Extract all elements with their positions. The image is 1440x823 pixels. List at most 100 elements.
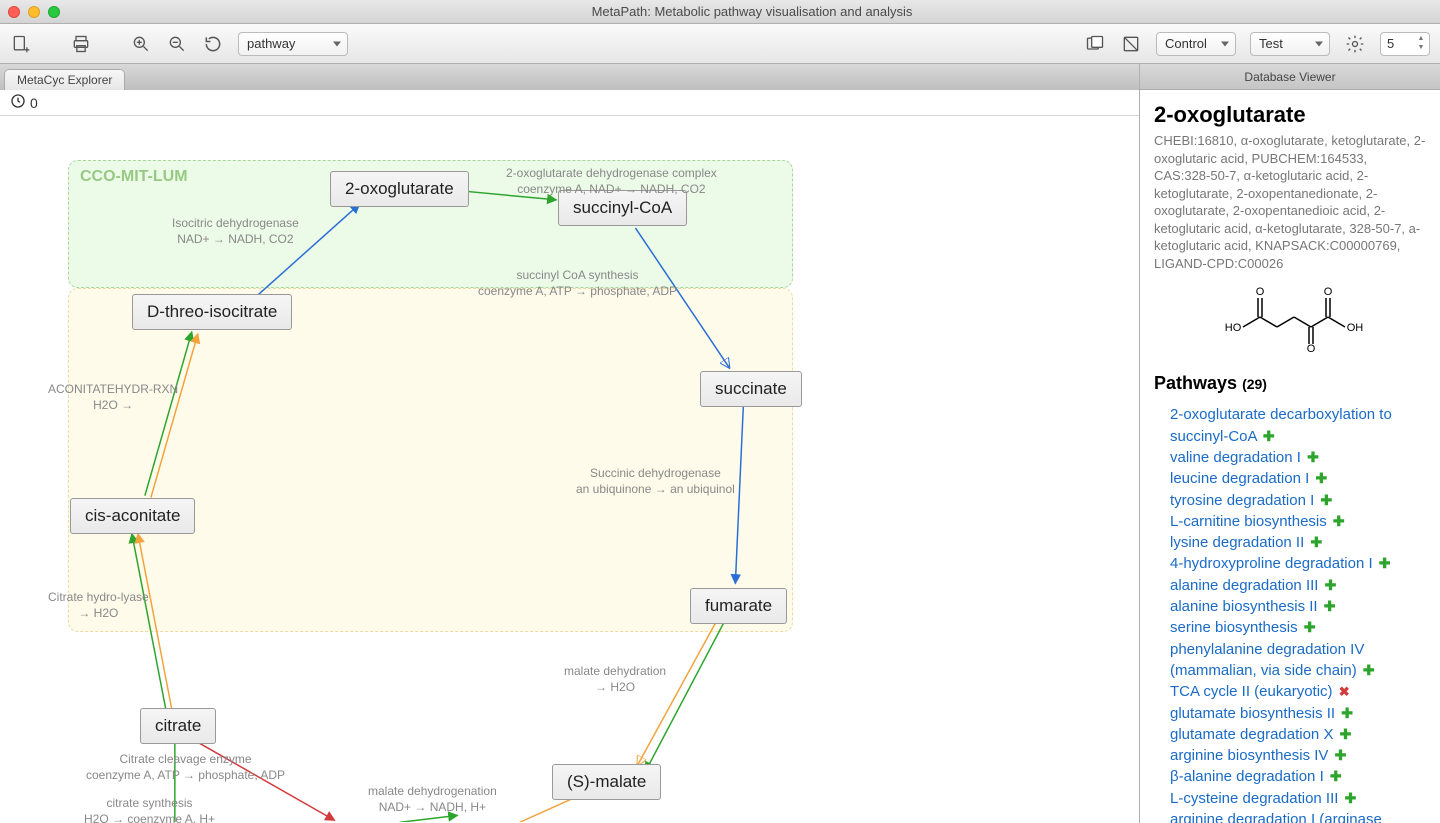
edge-label: citrate synthesisH2O → coenzyme A, H+ [84,796,215,823]
add-pathway-icon[interactable]: ✚ [1304,619,1316,635]
close-window-icon[interactable] [8,6,20,18]
pathway-item: glutamate biosynthesis II ✚ [1170,703,1426,724]
settings-icon[interactable] [1344,33,1366,55]
left-pane: MetaCyc Explorer 0 CCO-MIT-LUM [0,64,1140,823]
edge-label: ACONITATEHYDR-RXNH2O → [48,382,178,413]
add-pathway-icon[interactable]: ✚ [1333,513,1345,529]
svg-text:OH: OH [1347,322,1364,334]
pathway-select[interactable]: pathway [238,32,348,56]
pathway-item: alanine degradation III ✚ [1170,575,1426,596]
new-view-icon[interactable] [10,33,32,55]
pathway-link[interactable]: tyrosine degradation I [1170,492,1314,509]
pathway-item: L-carnitine biosynthesis ✚ [1170,511,1426,532]
pathway-link[interactable]: serine biosynthesis [1170,619,1298,636]
zoom-in-icon[interactable] [130,33,152,55]
pathway-link[interactable]: lysine degradation II [1170,534,1304,551]
pathway-link[interactable]: leucine degradation I [1170,470,1309,487]
add-pathway-icon[interactable]: ✚ [1307,449,1319,465]
svg-text:HO: HO [1225,322,1242,334]
tab-label: MetaCyc Explorer [17,73,112,87]
pathway-link[interactable]: glutamate degradation X [1170,726,1333,743]
node-s-malate[interactable]: (S)-malate [552,764,661,800]
add-pathway-icon[interactable]: ✚ [1345,790,1357,806]
add-pathway-icon[interactable]: ✚ [1263,428,1275,444]
clock-icon [10,93,26,112]
compound-title: 2-oxoglutarate [1154,102,1426,128]
pathway-link[interactable]: glutamate biosynthesis II [1170,705,1335,722]
refresh-icon[interactable] [202,33,224,55]
node-citrate[interactable]: citrate [140,708,216,744]
pathway-link[interactable]: arginine degradation I (arginase pathway… [1170,811,1382,823]
pathway-item: L-cysteine degradation III ✚ [1170,788,1426,809]
pathways-heading: Pathways (29) [1154,373,1426,394]
add-pathway-icon[interactable]: ✚ [1320,492,1332,508]
add-pathway-icon[interactable]: ✚ [1324,598,1336,614]
node-2-oxoglutarate[interactable]: 2-oxoglutarate [330,171,469,207]
add-pathway-icon[interactable]: ✚ [1330,768,1342,784]
control-select-value: Control [1165,36,1207,51]
pathway-item: tyrosine degradation I ✚ [1170,490,1426,511]
pathway-link[interactable]: L-cysteine degradation III [1170,790,1338,807]
node-fumarate[interactable]: fumarate [690,588,787,624]
add-pathway-icon[interactable]: ✚ [1310,534,1322,550]
depth-value: 5 [1387,36,1394,51]
pathway-item: serine biosynthesis ✚ [1170,617,1426,638]
edge-label: malate dehydration→ H2O [564,664,666,695]
canvas-statusbar: 0 [0,90,1139,116]
toolbar: pathway Control Test 5 ▲▼ [0,24,1440,64]
pathway-link[interactable]: alanine biosynthesis II [1170,598,1318,615]
remove-pathway-icon[interactable]: ✖ [1339,684,1350,699]
pathway-item: 4-hydroxyproline degradation I ✚ [1170,553,1426,574]
pathway-link[interactable]: 4-hydroxyproline degradation I [1170,555,1373,572]
add-pathway-icon[interactable]: ✚ [1335,747,1347,763]
pathway-link[interactable]: L-carnitine biosynthesis [1170,513,1327,530]
pathways-label: Pathways [1154,373,1237,393]
zoom-window-icon[interactable] [48,6,60,18]
step-up-icon[interactable]: ▲ [1415,35,1427,44]
pathway-item: lysine degradation II ✚ [1170,532,1426,553]
edge-label: malate dehydrogenationNAD+ → NADH, H+ [368,784,497,815]
pathway-canvas[interactable]: CCO-MIT-LUM [0,116,1139,823]
add-pathway-icon[interactable]: ✚ [1363,662,1375,678]
svg-text:O: O [1324,286,1333,298]
pathway-item: alanine biosynthesis II ✚ [1170,596,1426,617]
node-cis-aconitate[interactable]: cis-aconitate [70,498,195,534]
control-select[interactable]: Control [1156,32,1236,56]
pathway-item: leucine degradation I ✚ [1170,468,1426,489]
pathway-link[interactable]: 2-oxoglutarate decarboxylation to succin… [1170,406,1392,444]
pathway-link[interactable]: phenylalanine degradation IV (mammalian,… [1170,641,1364,679]
pathway-select-value: pathway [247,36,295,51]
tab-metacyc-explorer[interactable]: MetaCyc Explorer [4,69,125,90]
add-pathway-icon[interactable]: ✚ [1315,470,1327,486]
node-d-threo-isocitrate[interactable]: D-threo-isocitrate [132,294,292,330]
test-select[interactable]: Test [1250,32,1330,56]
print-icon[interactable] [70,33,92,55]
database-viewer: Database Viewer 2-oxoglutarate CHEBI:168… [1140,64,1440,823]
window-title: MetaPath: Metabolic pathway visualisatio… [72,4,1432,19]
test-select-value: Test [1259,36,1283,51]
pathway-link[interactable]: β-alanine degradation I [1170,768,1324,785]
pathway-item: glutamate degradation X ✚ [1170,724,1426,745]
layers-icon[interactable] [1084,33,1106,55]
pathway-link[interactable]: arginine biosynthesis IV [1170,747,1328,764]
pathway-link[interactable]: TCA cycle II (eukaryotic) [1170,683,1333,700]
region-yellow [68,288,793,632]
add-pathway-icon[interactable]: ✚ [1325,577,1337,593]
depth-input[interactable]: 5 ▲▼ [1380,32,1430,56]
edge-label: Isocitric dehydrogenaseNAD+ → NADH, CO2 [172,216,299,247]
add-pathway-icon[interactable]: ✚ [1340,726,1352,742]
pathway-link[interactable]: alanine degradation III [1170,577,1318,594]
compound-synonyms: CHEBI:16810, α-oxoglutarate, ketoglutara… [1154,132,1426,272]
crop-icon[interactable] [1120,33,1142,55]
add-pathway-icon[interactable]: ✚ [1341,705,1353,721]
add-pathway-icon[interactable]: ✚ [1379,555,1391,571]
zoom-out-icon[interactable] [166,33,188,55]
node-succinate[interactable]: succinate [700,371,802,407]
step-down-icon[interactable]: ▼ [1415,44,1427,53]
pathway-item: phenylalanine degradation IV (mammalian,… [1170,639,1426,682]
tabstrip: MetaCyc Explorer [0,64,1139,90]
pathway-link[interactable]: valine degradation I [1170,449,1301,466]
minimize-window-icon[interactable] [28,6,40,18]
pathway-item: arginine biosynthesis IV ✚ [1170,745,1426,766]
pathway-item: arginine degradation I (arginase pathway… [1170,809,1426,823]
